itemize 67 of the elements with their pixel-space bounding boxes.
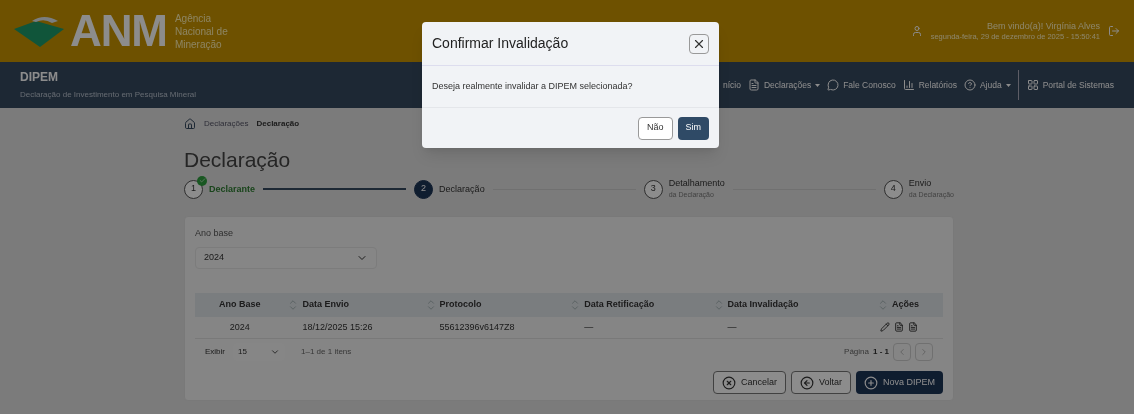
breadcrumb-link[interactable]: Declaração (256, 118, 300, 130)
brand-subtitle: Agência Nacional de Mineração (174, 11, 229, 51)
nav-link[interactable]: nício (722, 78, 741, 92)
step-label: Declaração (439, 183, 485, 195)
next-page-button[interactable] (915, 343, 933, 361)
chevron-left-icon (897, 347, 907, 357)
system-subtitle: Declaração de Investimento em Pesquisa Mineral (20, 89, 197, 101)
caret-icon (815, 83, 821, 87)
document-icon[interactable] (907, 322, 918, 333)
step-number[interactable]: 4 (883, 179, 903, 199)
chevron-down-icon (270, 347, 280, 357)
back-button[interactable]: Voltar (790, 371, 851, 394)
step-number[interactable]: 3 (643, 179, 663, 199)
document-icon (747, 79, 760, 91)
caret-icon (1005, 83, 1011, 87)
close-button[interactable] (689, 33, 709, 54)
item-count: 1–1 de 1 itens (301, 346, 352, 358)
nav-link[interactable]: Relatórios (902, 78, 957, 92)
edit-icon[interactable] (879, 322, 890, 333)
table-cell: 55612396v6147Z8 (421, 316, 567, 339)
breadcrumb-link[interactable]: Declarações (204, 118, 249, 130)
step-number[interactable]: 2 (414, 179, 434, 199)
system-title: DIPEM (20, 69, 59, 85)
dialog-title: Confirmar Invalidação (432, 34, 569, 53)
nav-link[interactable]: Declarações (747, 78, 821, 92)
chevron-right-icon (919, 347, 929, 357)
show-label: Exibir (205, 346, 225, 358)
confirm-button[interactable]: Sim (677, 116, 709, 140)
home-icon[interactable] (184, 118, 196, 130)
report-icon (902, 79, 915, 91)
column-header[interactable]: Data Envio (284, 292, 422, 317)
step-label: Declarante (209, 183, 256, 195)
chat-icon (827, 79, 840, 91)
step-label: Detalhamento (668, 178, 725, 189)
column-header[interactable]: Protocolo (421, 292, 567, 317)
brand-name: ANM (70, 9, 167, 53)
page-title: Declaração (184, 148, 292, 172)
field-label: Ano base (195, 227, 235, 240)
new-button[interactable]: Nova DIPEM (856, 371, 943, 394)
column-header[interactable]: Data Retificação (566, 292, 710, 317)
grid-icon (1026, 79, 1039, 91)
column-header[interactable]: Data Invalidação (709, 292, 855, 317)
nav-link[interactable]: Fale Conosco (827, 78, 896, 92)
cancel-button[interactable]: Cancelar (712, 371, 786, 394)
page-range: 1 - 1 (873, 346, 889, 358)
column-header[interactable]: Ações (854, 292, 943, 317)
greeting-text: Bem vindo(a)! Virgínia Alves (987, 21, 1100, 32)
year-select[interactable]: 2024 (195, 246, 377, 269)
plus-circle-icon (864, 375, 878, 390)
table-cell: 2024 (195, 316, 285, 339)
table-cell: 18/12/2025 15:26 (284, 316, 422, 339)
cancel-button[interactable]: Não (638, 116, 673, 140)
user-icon (910, 25, 923, 37)
document-icon[interactable] (893, 322, 904, 333)
table-cell: — (566, 316, 710, 339)
page-label: Página (844, 346, 869, 358)
step-label: Envio (908, 178, 933, 189)
table-cell: — (709, 316, 855, 339)
logout-icon[interactable] (1108, 25, 1120, 37)
close-circle-icon (721, 375, 736, 390)
previous-page-button[interactable] (893, 343, 911, 361)
check-icon (197, 175, 207, 186)
dialog-message: Deseja realmente invalidar a DIPEM selecionada? (432, 79, 633, 93)
nav-link[interactable]: Portal de Sistemas (1026, 78, 1114, 92)
help-icon (963, 79, 976, 91)
column-header[interactable]: Ano Base (195, 292, 285, 317)
nav-link[interactable]: Ajuda (963, 78, 1011, 92)
